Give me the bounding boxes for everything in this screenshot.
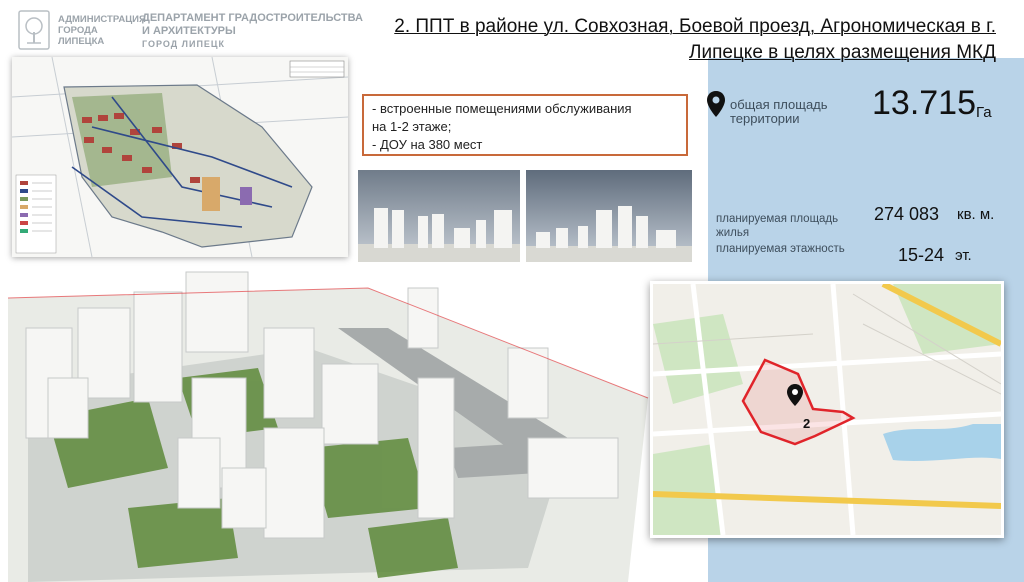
render-image — [526, 170, 692, 262]
housing-value: 274 083 — [874, 204, 940, 224]
area-value: 13.715 — [872, 84, 976, 122]
area-unit: Га — [976, 104, 992, 121]
city-name: ГОРОД ЛИПЕЦК — [142, 39, 225, 49]
floors-value: 15-24 — [898, 245, 945, 265]
department-name: ДЕПАРТАМЕНТ ГРАДОСТРОИТЕЛЬСТВА И АРХИТЕК… — [142, 12, 363, 37]
area-label: общая площадь территории — [730, 97, 828, 126]
slide-title: 2. ППТ в районе ул. Совхозная, Боевой пр… — [394, 16, 996, 63]
floors-label: планируемая этажность — [716, 243, 845, 255]
render-image — [358, 170, 520, 262]
housing-unit: кв. м. — [957, 206, 995, 223]
feature-line: на 1-2 этаже; — [372, 119, 452, 134]
org-name: АДМИНИСТРАЦИЯ ГОРОДА ЛИПЕЦКА — [58, 14, 146, 47]
site-plan-drawing — [11, 56, 349, 258]
feature-line: - ДОУ на 380 мест — [372, 137, 483, 152]
housing-label: планируемая площадь жилья — [716, 213, 839, 239]
map-marker-label: 2 — [803, 416, 811, 431]
features-box: - встроенные помещениями обслуживания на… — [362, 94, 688, 156]
floors-unit: эт. — [955, 247, 972, 264]
coat-of-arms-icon — [18, 10, 50, 50]
3d-model-render — [8, 268, 658, 582]
location-pin-icon — [707, 91, 725, 117]
location-map — [650, 281, 1004, 538]
feature-line: - встроенные помещениями обслуживания — [372, 101, 632, 116]
slide: АДМИНИСТРАЦИЯ ГОРОДА ЛИПЕЦКА ДЕПАРТАМЕНТ… — [0, 0, 1024, 582]
